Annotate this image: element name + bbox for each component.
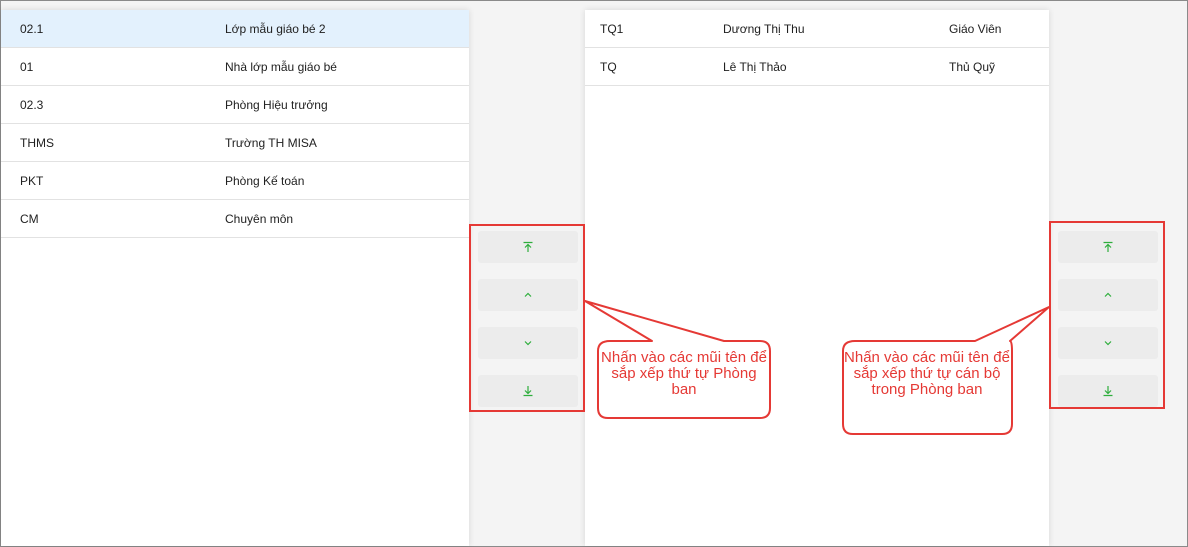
table-row[interactable]: TQ Lê Thị Thảo Thủ Quỹ [585,48,1049,86]
department-code: PKT [20,173,44,188]
move-to-bottom-button[interactable] [1058,375,1158,407]
move-to-top-button[interactable] [1058,231,1158,263]
department-code: CM [20,211,39,226]
move-up-icon [524,292,532,297]
department-name: Lớp mẫu giáo bé 2 [225,21,326,36]
staff-name: Lê Thị Thảo [723,59,787,74]
department-name: Chuyên môn [225,211,294,226]
department-name: Trường TH MISA [225,135,317,150]
staff-code: TQ [600,59,617,74]
move-to-bottom-button[interactable] [478,375,578,407]
department-code: 02.3 [20,97,44,112]
department-code: THMS [20,135,54,150]
department-name: Phòng Kế toán [225,173,305,188]
move-to-top-icon [1103,241,1113,252]
department-name: Nhà lớp mẫu giáo bé [225,59,337,74]
staff-position: Thủ Quỹ [949,59,996,74]
staff-sort-buttons [1049,221,1165,409]
table-row[interactable]: TQ1 Dương Thị Thu Giáo Viên [585,10,1049,48]
move-to-top-icon [523,241,533,252]
table-row[interactable]: PKT Phòng Kế toán [1,162,469,200]
move-to-top-button[interactable] [478,231,578,263]
department-name: Phòng Hiệu trưởng [225,97,328,112]
department-code: 02.1 [20,21,44,36]
staff-name: Dương Thị Thu [723,21,805,36]
move-up-button[interactable] [1058,279,1158,311]
move-down-button[interactable] [478,327,578,359]
move-up-button[interactable] [478,279,578,311]
table-row[interactable]: 02.3 Phòng Hiệu trưởng [1,86,469,124]
move-down-button[interactable] [1058,327,1158,359]
staff-code: TQ1 [600,21,624,36]
department-sort-buttons [469,224,585,412]
table-row[interactable]: 02.1 Lớp mẫu giáo bé 2 [1,10,469,48]
department-code: 01 [20,59,34,74]
department-list: 02.1 Lớp mẫu giáo bé 2 01 Nhà lớp mẫu gi… [1,10,469,546]
move-down-icon [524,341,532,346]
move-to-bottom-icon [1103,386,1113,397]
move-to-bottom-icon [523,386,533,397]
staff-sort-hint: Nhấn vào các mũi tên để sắp xếp thứ tự c… [844,349,1010,398]
staff-list: TQ1 Dương Thị Thu Giáo Viên TQ Lê Thị Th… [585,10,1049,546]
staff-position: Giáo Viên [949,21,1002,36]
table-row[interactable]: THMS Trường TH MISA [1,124,469,162]
table-row[interactable]: 01 Nhà lớp mẫu giáo bé [1,48,469,86]
table-row[interactable]: CM Chuyên môn [1,200,469,238]
move-up-icon [1104,292,1112,297]
move-down-icon [1104,341,1112,346]
department-sort-hint: Nhấn vào các mũi tên để sắp xếp thứ tự P… [601,349,767,398]
